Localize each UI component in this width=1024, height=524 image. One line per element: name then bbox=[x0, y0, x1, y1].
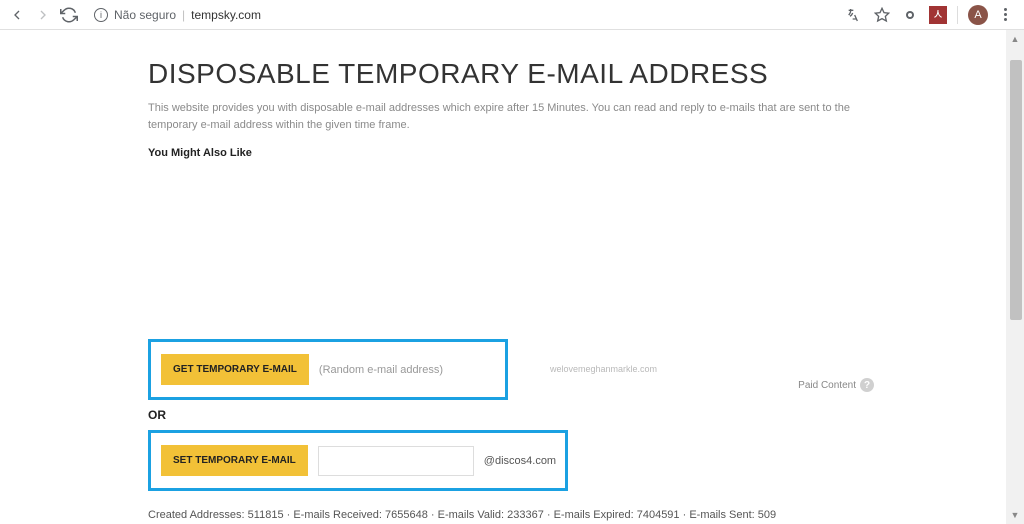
question-icon[interactable]: ? bbox=[860, 378, 874, 392]
page-content: DISPOSABLE TEMPORARY E-MAIL ADDRESS This… bbox=[0, 30, 1024, 524]
scrollbar-thumb[interactable] bbox=[1010, 60, 1022, 320]
address-separator: | bbox=[182, 8, 185, 22]
page-description: This website provides you with disposabl… bbox=[148, 100, 858, 133]
star-icon[interactable] bbox=[873, 6, 891, 24]
forward-button[interactable] bbox=[34, 6, 52, 24]
translate-icon[interactable] bbox=[845, 6, 863, 24]
get-hint: (Random e-mail address) bbox=[319, 364, 443, 376]
you-might-also-like: You Might Also Like bbox=[148, 147, 858, 159]
back-button[interactable] bbox=[8, 6, 26, 24]
security-label: Não seguro bbox=[114, 8, 176, 22]
ad-caption: welovemeghanmarkle.com bbox=[550, 364, 657, 374]
email-input[interactable] bbox=[318, 446, 474, 476]
extension-icon[interactable] bbox=[901, 6, 919, 24]
url-text: tempsky.com bbox=[191, 8, 261, 22]
scroll-up-arrow[interactable]: ▲ bbox=[1006, 30, 1024, 48]
toolbar-divider bbox=[957, 6, 958, 24]
pdf-extension-icon[interactable]: 人 bbox=[929, 6, 947, 24]
address-bar[interactable]: i Não seguro | tempsky.com bbox=[86, 2, 837, 28]
get-email-box: GET TEMPORARY E-MAIL (Random e-mail addr… bbox=[148, 339, 508, 400]
menu-button[interactable] bbox=[998, 8, 1012, 21]
avatar[interactable]: A bbox=[968, 5, 988, 25]
page-title: DISPOSABLE TEMPORARY E-MAIL ADDRESS bbox=[148, 58, 858, 90]
domain-suffix: @discos4.com bbox=[484, 455, 556, 467]
paid-content-label: Paid Content ? bbox=[798, 378, 874, 392]
browser-actions: 人 A bbox=[845, 5, 1016, 25]
scroll-down-arrow[interactable]: ▼ bbox=[1006, 506, 1024, 524]
set-email-box: SET TEMPORARY E-MAIL @discos4.com bbox=[148, 430, 568, 491]
stats-line: Created Addresses: 511815 · E-mails Rece… bbox=[148, 509, 858, 521]
get-temporary-email-button[interactable]: GET TEMPORARY E-MAIL bbox=[161, 354, 309, 385]
reload-button[interactable] bbox=[60, 6, 78, 24]
scrollbar[interactable]: ▲ ▼ bbox=[1006, 30, 1024, 524]
or-label: OR bbox=[148, 408, 858, 422]
set-temporary-email-button[interactable]: SET TEMPORARY E-MAIL bbox=[161, 445, 308, 476]
browser-toolbar: i Não seguro | tempsky.com 人 A bbox=[0, 0, 1024, 30]
info-icon: i bbox=[94, 8, 108, 22]
